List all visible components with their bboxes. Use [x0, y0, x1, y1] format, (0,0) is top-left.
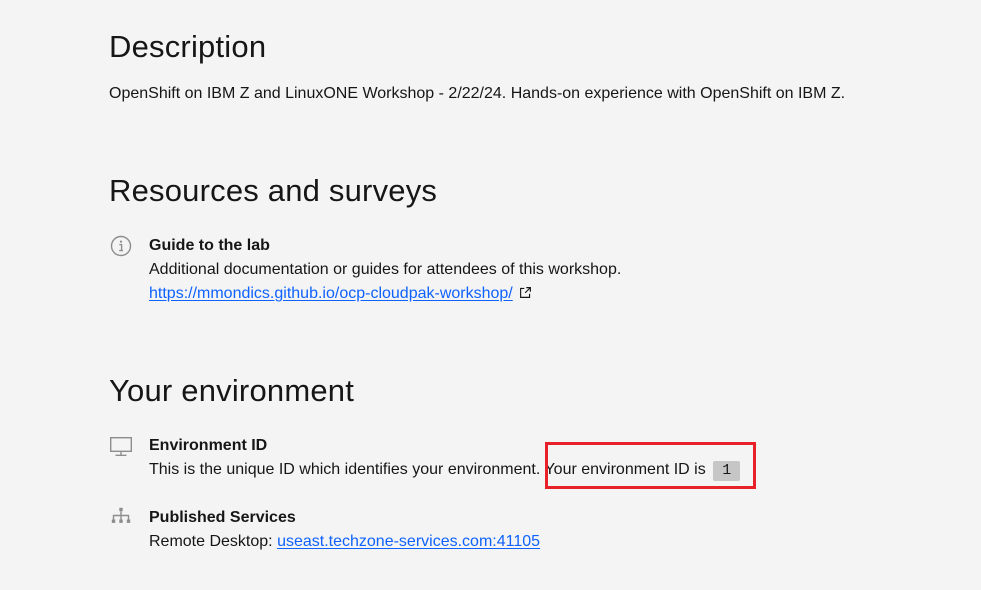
desktop-icon [109, 434, 133, 458]
published-services-title: Published Services [149, 509, 296, 526]
guide-link[interactable]: https://mmondics.github.io/ocp-cloudpak-… [149, 285, 513, 302]
environment-id-label: Your environment ID is [540, 461, 706, 478]
guide-title: Guide to the lab [149, 237, 270, 254]
description-heading: Description [109, 29, 267, 64]
guide-description: Additional documentation or guides for a… [149, 261, 622, 278]
external-link-icon[interactable] [519, 283, 532, 307]
environment-id-title: Environment ID [149, 437, 268, 454]
page: Description OpenShift on IBM Z and Linux… [0, 0, 981, 590]
description-text: OpenShift on IBM Z and LinuxONE Workshop… [109, 85, 846, 102]
info-icon [109, 234, 133, 258]
environment-id-description: This is the unique ID which identifies y… [149, 461, 541, 478]
network-icon [109, 506, 133, 530]
environment-heading: Your environment [109, 373, 355, 408]
remote-desktop-label: Remote Desktop: [149, 533, 278, 550]
environment-id-value: 1 [713, 461, 741, 481]
remote-desktop-link[interactable]: useast.techzone-services.com:41105 [277, 533, 540, 550]
resources-heading: Resources and surveys [109, 173, 438, 208]
